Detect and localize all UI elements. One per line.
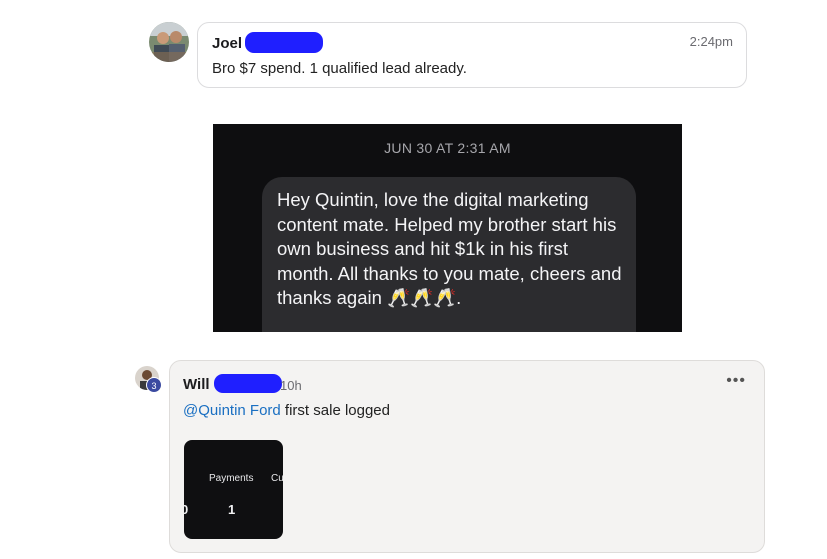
author-name[interactable]: Joel	[212, 35, 242, 52]
level-badge: 3	[146, 377, 162, 393]
thumb-value: 0	[184, 502, 189, 517]
avatar[interactable]	[149, 22, 189, 62]
post-text: @Quintin Ford first sale logged	[183, 402, 390, 419]
more-options-icon[interactable]: •••	[726, 372, 746, 390]
screenshot-image[interactable]: JUN 30 AT 2:31 AM Hey Quintin, love the …	[213, 124, 682, 332]
message-card: Joel 2:24pm Bro $7 spend. 1 qualified le…	[197, 22, 747, 88]
post-body: first sale logged	[280, 402, 390, 419]
message-text: Hey Quintin, love the digital marketing …	[277, 189, 622, 308]
redacted-name	[245, 32, 323, 53]
thumb-label: Payments	[209, 473, 254, 484]
timestamp: 10h	[280, 378, 302, 393]
thumb-label: Cu	[271, 473, 283, 484]
message-text: Bro $7 spend. 1 qualified lead already.	[212, 60, 467, 77]
timestamp: 2:24pm	[689, 34, 733, 49]
attachment-thumbnail[interactable]: Payments Cu 0 1	[184, 440, 283, 539]
mention-link[interactable]: @Quintin Ford	[183, 402, 281, 419]
thumb-value: 1	[228, 502, 236, 517]
post-card: Will 10h ••• @Quintin Ford first sale lo…	[169, 360, 765, 553]
redacted-name	[214, 374, 282, 393]
message-bubble: Hey Quintin, love the digital marketing …	[262, 177, 636, 332]
message-date: JUN 30 AT 2:31 AM	[384, 140, 511, 156]
author-name[interactable]: Will	[183, 376, 210, 393]
